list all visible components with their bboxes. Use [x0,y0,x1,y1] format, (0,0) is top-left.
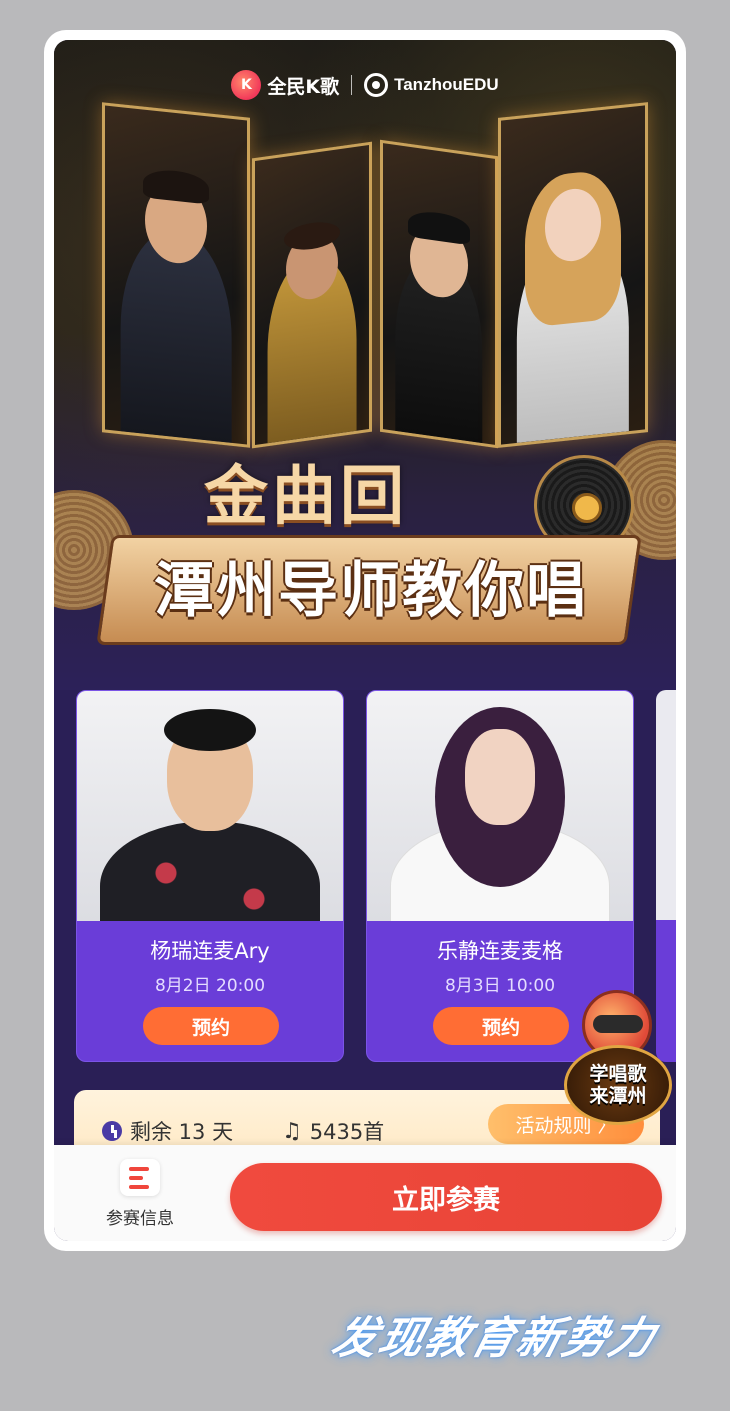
mentor-photo-panel [102,102,250,448]
promo-badge-line1: 学唱歌 [589,1063,647,1085]
list-line [129,1166,149,1171]
k-song-logo-icon: K [231,70,262,100]
brand-bar: K 全民K歌 TanzhouEDU [54,70,676,100]
remaining-days-text: 剩余 13 天 [130,1120,234,1144]
session-title: 乐静连麦麦格 [437,939,563,963]
hero-title-line2: 潭州导师教你唱 [154,556,588,626]
mentor-face [465,729,535,825]
list-icon [120,1159,160,1196]
phone-frame: K 全民K歌 TanzhouEDU 金曲回 潭州导师教你唱 杨瑞连麦Ary 8月… [44,30,686,1251]
hero-title-line1: 金曲回忆 [204,460,408,626]
promo-badge-label: 学唱歌 来潭州 [564,1045,672,1125]
app-screen: K 全民K歌 TanzhouEDU 金曲回 潭州导师教你唱 杨瑞连麦Ary 8月… [54,40,676,1241]
song-count-text: 5435首 [309,1120,385,1144]
contest-info-tab[interactable]: 参赛信息 [94,1159,186,1229]
promo-badge[interactable]: 学唱歌 来潭州 [562,990,676,1130]
hero-banner: K 全民K歌 TanzhouEDU 金曲回 潭州导师教你唱 [54,40,676,690]
list-line [129,1175,143,1180]
mentor-photo-panel [380,139,498,449]
brand-divider [351,75,353,95]
karaoke-brand: K 全民K歌 [231,70,339,100]
song-count: ♫ 5435首 [282,1116,384,1146]
hero-title: 金曲回忆 潭州导师教你唱 [96,435,642,645]
mentor-figure [100,821,320,921]
contest-info-tab-label: 参赛信息 [106,1209,174,1229]
music-note-icon: ♫ [282,1118,302,1144]
mentor-photo [77,691,343,921]
bottom-action-bar: 参赛信息 立即参赛 [54,1145,676,1241]
mentor-photo-panel [252,141,372,449]
mentor-photo-panel [498,102,648,448]
clock-icon [102,1121,122,1141]
watermark: 发现教育新势力 [320,1288,700,1368]
join-now-button[interactable]: 立即参赛 [230,1163,662,1231]
session-title: 杨瑞连麦Ary [150,939,270,963]
reserve-button[interactable]: 预约 [433,1007,569,1045]
session-card[interactable]: 杨瑞连麦Ary 8月2日 20:00 预约 [76,690,344,1062]
promo-badge-line2: 来潭州 [589,1085,647,1107]
watermark-text: 发现教育新势力 [327,1313,662,1364]
session-time: 8月2日 20:00 [154,976,266,996]
mentor-photo [367,691,633,921]
partner-brand-name: TanzhouEDU [394,75,499,94]
tanzhou-logo-icon [364,73,389,97]
partner-brand: TanzhouEDU [364,73,499,97]
reserve-button[interactable]: 预约 [143,1007,279,1045]
karaoke-brand-name: 全民K歌 [267,75,340,98]
remaining-days: 剩余 13 天 [102,1116,233,1146]
mentor-hair [164,709,256,751]
list-line [129,1184,149,1189]
